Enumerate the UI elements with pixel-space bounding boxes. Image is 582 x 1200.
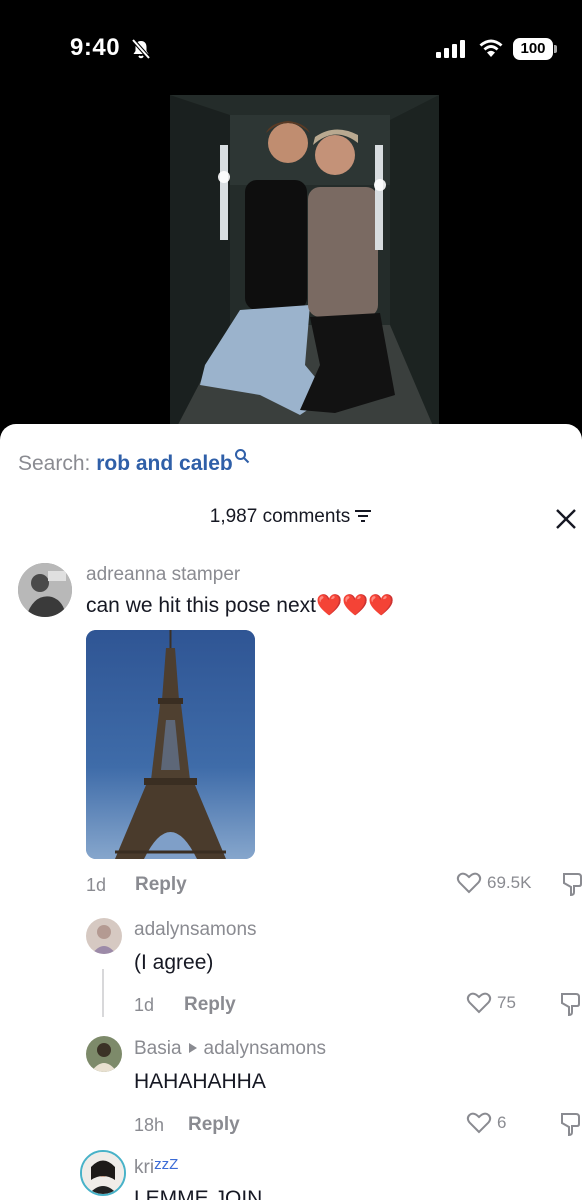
wifi-icon [479, 39, 503, 57]
comment-username[interactable]: adalynsamons [134, 919, 257, 941]
video-player[interactable] [0, 95, 582, 440]
thread-line [102, 969, 104, 1017]
reply-button[interactable]: Reply [188, 1114, 240, 1136]
close-icon[interactable] [554, 507, 578, 531]
comment-timestamp: 1d [86, 875, 107, 895]
like-button[interactable]: 75 [466, 991, 516, 1015]
comment-image-eiffel-tower[interactable] [86, 630, 255, 859]
status-time: 9:40 [70, 34, 121, 61]
video-frame [170, 95, 439, 440]
dislike-icon[interactable] [558, 1111, 582, 1137]
status-bar: 9:40 100 [0, 0, 582, 95]
dislike-icon[interactable] [558, 991, 582, 1017]
comments-sheet: Search: rob and caleb 1,987 comments adr… [0, 424, 582, 1200]
eiffel-tower-image [86, 630, 255, 859]
like-button[interactable]: 6 [466, 1111, 506, 1135]
bell-slash-icon [131, 38, 151, 60]
comment-timestamp: 1d [134, 995, 155, 1015]
like-count: 75 [497, 993, 516, 1012]
comments-count-header[interactable]: 1,987 comments [0, 506, 582, 528]
reply-to-username[interactable]: adalynsamons [204, 1038, 327, 1059]
reply-arrow-icon [188, 1043, 197, 1053]
comments-count: 1,987 comments [209, 506, 351, 527]
search-prefix: Search: [18, 452, 97, 475]
reply-button[interactable]: Reply [135, 874, 187, 896]
video-still [170, 95, 439, 440]
comment-username-row: krizzZ [134, 1156, 178, 1179]
avatar[interactable] [18, 563, 72, 617]
reply-button[interactable]: Reply [184, 994, 236, 1016]
avatar[interactable] [86, 1036, 122, 1072]
related-search[interactable]: Search: rob and caleb [18, 448, 250, 476]
dislike-icon[interactable] [560, 871, 582, 897]
like-button[interactable]: 69.5K [456, 871, 531, 895]
signal-icon [436, 40, 465, 58]
like-count: 69.5K [487, 873, 532, 892]
battery-level: 100 [520, 40, 546, 57]
comment-username[interactable]: Basia [134, 1038, 182, 1059]
comment-text: (I agree) [134, 951, 214, 974]
comment-username[interactable]: adreanna stamper [86, 564, 240, 586]
comment-username-row: Basia adalynsamons [134, 1038, 326, 1060]
heart-icon [466, 1112, 492, 1134]
avatar[interactable] [80, 1150, 126, 1196]
heart-icon [466, 992, 492, 1014]
comment-timestamp: 18h [134, 1115, 165, 1135]
search-query-link[interactable]: rob and caleb [96, 452, 233, 475]
comment-username[interactable]: kri [134, 1157, 154, 1178]
sort-filter-icon[interactable] [354, 509, 372, 523]
avatar[interactable] [86, 918, 122, 954]
like-count: 6 [497, 1113, 507, 1132]
comment-text: HAHAHAHHA [134, 1070, 266, 1093]
search-icon [234, 449, 249, 464]
comment-text: LEMME JOIN [134, 1187, 263, 1200]
username-suffix: zzZ [154, 1156, 179, 1173]
comment-text: can we hit this pose next❤️❤️❤️ [86, 594, 395, 617]
heart-icon [456, 872, 482, 894]
battery-icon: 100 [513, 38, 557, 60]
